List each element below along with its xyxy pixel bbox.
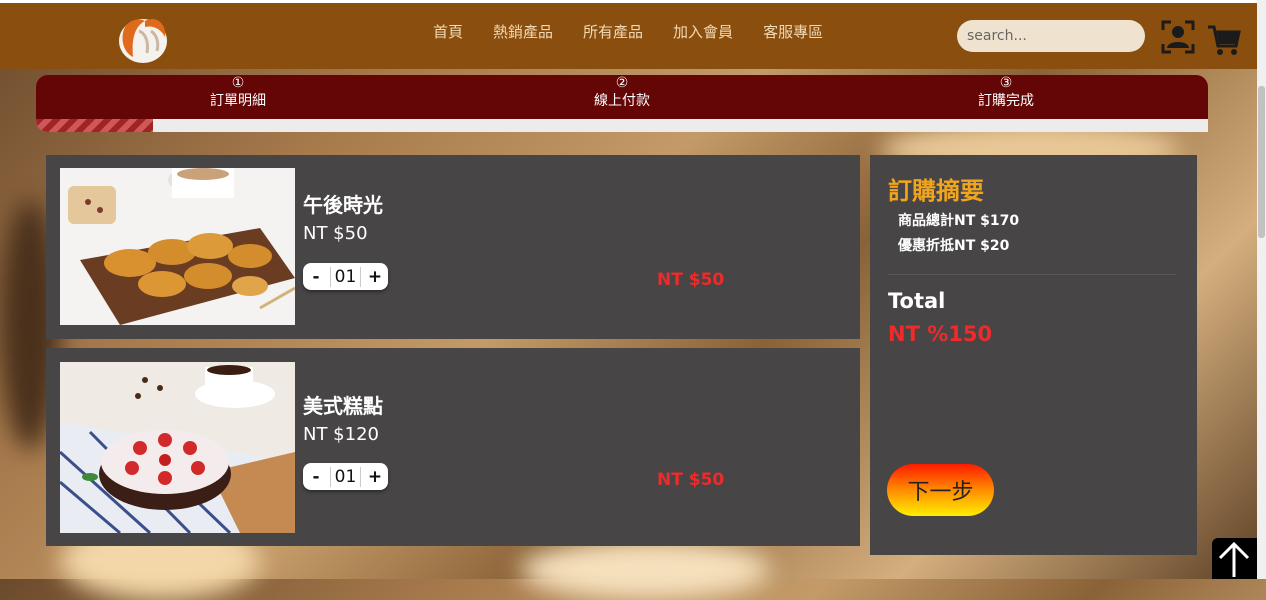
arrow-up-icon xyxy=(1218,541,1250,577)
product-name: 美式糕點 xyxy=(303,394,383,418)
order-summary: 訂購摘要 商品總計NT $170 優惠折抵NT $20 Total NT %15… xyxy=(870,155,1197,555)
back-to-top-button[interactable] xyxy=(1212,538,1257,579)
step-online-payment[interactable]: ② 線上付款 xyxy=(472,75,772,111)
scrollbar-thumb[interactable] xyxy=(1258,86,1265,238)
nav-join-member[interactable]: 加入會員 xyxy=(658,21,748,42)
product-name: 午後時光 xyxy=(303,193,383,217)
step-order-complete[interactable]: ③ 訂購完成 xyxy=(856,75,1156,111)
step-number: ③ xyxy=(999,75,1013,91)
product-image xyxy=(60,362,295,533)
cart-item: 美式糕點 NT $120 - 01 + NT $50 xyxy=(46,348,860,546)
step-number: ① xyxy=(231,75,245,91)
line-total: NT $50 xyxy=(657,470,725,490)
progress-fill xyxy=(36,119,154,132)
total-label: Total xyxy=(888,289,946,313)
quantity-stepper: - 01 + xyxy=(303,463,388,490)
step-label: 線上付款 xyxy=(594,93,650,109)
product-price: NT $120 xyxy=(303,424,379,445)
increase-qty-button[interactable]: + xyxy=(362,267,388,287)
cart-item: 午後時光 NT $50 - 01 + NT $50 xyxy=(46,155,860,339)
bread-logo-icon[interactable] xyxy=(115,11,171,65)
shopping-cart-icon[interactable] xyxy=(1207,24,1241,56)
quantity-value[interactable]: 01 xyxy=(329,466,362,487)
line-total: NT $50 xyxy=(657,270,725,290)
total-value: NT %150 xyxy=(888,322,993,346)
summary-subtotal: 商品總計NT $170 xyxy=(898,213,1020,229)
nav-customer-service[interactable]: 客服專區 xyxy=(748,21,838,42)
user-account-icon[interactable] xyxy=(1161,20,1195,54)
step-order-details[interactable]: ① 訂單明細 xyxy=(88,75,388,111)
checkout-steps: ① 訂單明細 ② 線上付款 ③ 訂購完成 xyxy=(36,75,1208,132)
product-image xyxy=(60,168,295,325)
quantity-value[interactable]: 01 xyxy=(329,266,362,287)
divider xyxy=(888,274,1176,275)
nav-all-products[interactable]: 所有產品 xyxy=(568,21,658,42)
main-nav: 首頁 熱銷產品 所有產品 加入會員 客服專區 xyxy=(418,21,838,42)
site-header: 首頁 熱銷產品 所有產品 加入會員 客服專區 xyxy=(0,3,1257,69)
step-label: 訂購完成 xyxy=(978,93,1034,109)
increase-qty-button[interactable]: + xyxy=(362,467,388,487)
decrease-qty-button[interactable]: - xyxy=(303,267,329,287)
nav-hot-products[interactable]: 熱銷產品 xyxy=(478,21,568,42)
quantity-stepper: - 01 + xyxy=(303,263,388,290)
product-price: NT $50 xyxy=(303,223,368,244)
search-input[interactable] xyxy=(957,20,1145,52)
next-step-button[interactable]: 下一步 xyxy=(887,464,994,516)
step-label: 訂單明細 xyxy=(210,93,266,109)
progress-bar xyxy=(36,119,1208,132)
nav-home[interactable]: 首頁 xyxy=(418,21,478,42)
summary-discount: 優惠折抵NT $20 xyxy=(898,238,1010,254)
step-number: ② xyxy=(615,75,629,91)
summary-title: 訂購摘要 xyxy=(888,177,984,205)
decrease-qty-button[interactable]: - xyxy=(303,467,329,487)
